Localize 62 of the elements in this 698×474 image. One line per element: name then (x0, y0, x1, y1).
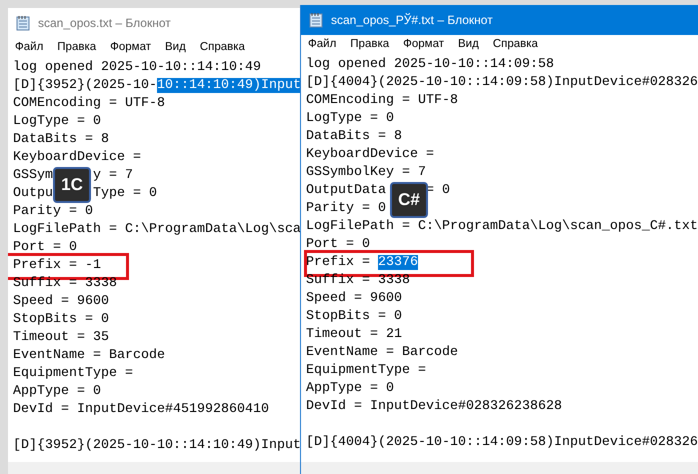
log-line: Parity = 0 (13, 204, 93, 219)
window-title: scan_opos_РЎ#.txt – Блокнот (331, 12, 493, 29)
log-line: Outpu (13, 186, 53, 201)
language-badge: C# (390, 182, 428, 218)
log-line: DevId = InputDevice#028326238628 (306, 399, 562, 414)
log-line: KeyboardDevice = (306, 147, 434, 162)
log-line: OutputData (306, 183, 386, 198)
log-line: EquipmentType = (13, 366, 133, 381)
log-line: GSSym (13, 168, 53, 183)
log-line: Timeout = 35 (13, 330, 109, 345)
language-badge: 1C (53, 167, 91, 203)
log-line: LogType = 0 (306, 111, 394, 126)
log-line: [D]{3952}(2025-10-10::14:10:49)Input (13, 438, 301, 453)
log-line: [D]{3952}(2025-10-10::14:10:49)Input (13, 78, 301, 93)
log-line: EventName = Barcode (306, 345, 458, 360)
menu-item[interactable]: Файл (308, 36, 336, 54)
log-line: StopBits = 0 (306, 309, 402, 324)
log-line: Port = 0 (13, 240, 77, 255)
log-line: [D]{4004}(2025-10-10::14:09:58)InputDevice#028326 (306, 435, 698, 450)
log-line: KeyboardDevice = (13, 150, 141, 165)
log-line: Timeout = 21 (306, 327, 402, 342)
log-line: Speed = 9600 (306, 291, 402, 306)
log-line: Prefix = -1 (13, 258, 101, 273)
log-line: EquipmentType = (306, 363, 426, 378)
log-line: GSSymbolKey = 7 (306, 165, 426, 180)
horizontal-scrollbar[interactable] (8, 462, 302, 474)
log-line: DataBits = 8 (13, 132, 109, 147)
log-line: EventName = Barcode (13, 348, 165, 363)
log-line: Suffix = 3338 (306, 273, 410, 288)
menu-item[interactable]: Правка (350, 36, 390, 54)
log-line: Port = 0 (306, 237, 370, 252)
log-line: log opened 2025-10-10::14:10:49 (13, 60, 261, 75)
menu-item[interactable]: Справка (492, 36, 538, 54)
horizontal-scrollbar[interactable] (301, 462, 698, 474)
log-line: LogType = 0 (13, 114, 101, 129)
menu-item[interactable]: Вид (458, 36, 479, 54)
menu-item[interactable]: Формат (403, 36, 444, 54)
log-line: Speed = 9600 (13, 294, 109, 309)
menu-item[interactable]: Файл (15, 39, 44, 57)
menu-item[interactable]: Вид (165, 39, 186, 57)
log-line: Suffix = 3338 (13, 276, 117, 291)
log-line: LogFilePath = C:\ProgramData\Log\sca (13, 222, 301, 237)
log-line: log opened 2025-10-10::14:09:58 (306, 57, 554, 72)
log-line: [D]{4004}(2025-10-10::14:09:58)InputDevice#028326 (306, 75, 698, 90)
log-line: AppType = 0 (306, 381, 394, 396)
log-line: COMEncoding = UTF-8 (13, 96, 165, 111)
log-line: AppType = 0 (13, 384, 101, 399)
menu-item[interactable]: Правка (57, 39, 96, 57)
log-line: Prefix = 23376 (306, 255, 418, 270)
window-title: scan_opos.txt – Блокнот (38, 15, 171, 32)
menu-item[interactable]: Формат (110, 39, 151, 57)
log-line: Type = 0 (93, 185, 157, 203)
log-line: y = 7 (93, 167, 133, 185)
log-line: DevId = InputDevice#451992860410 (13, 402, 269, 417)
log-line: COMEncoding = UTF-8 (306, 93, 458, 108)
notepad-icon (16, 15, 30, 31)
log-line: StopBits = 0 (13, 312, 109, 327)
notepad-icon (309, 12, 323, 28)
log-line: Parity = 0 (306, 201, 386, 216)
log-line: DataBits = 8 (306, 129, 402, 144)
menu-item[interactable]: Справка (200, 39, 245, 57)
log-line: LogFilePath = C:\ProgramData\Log\scan_opos_C#.txt (306, 219, 698, 234)
